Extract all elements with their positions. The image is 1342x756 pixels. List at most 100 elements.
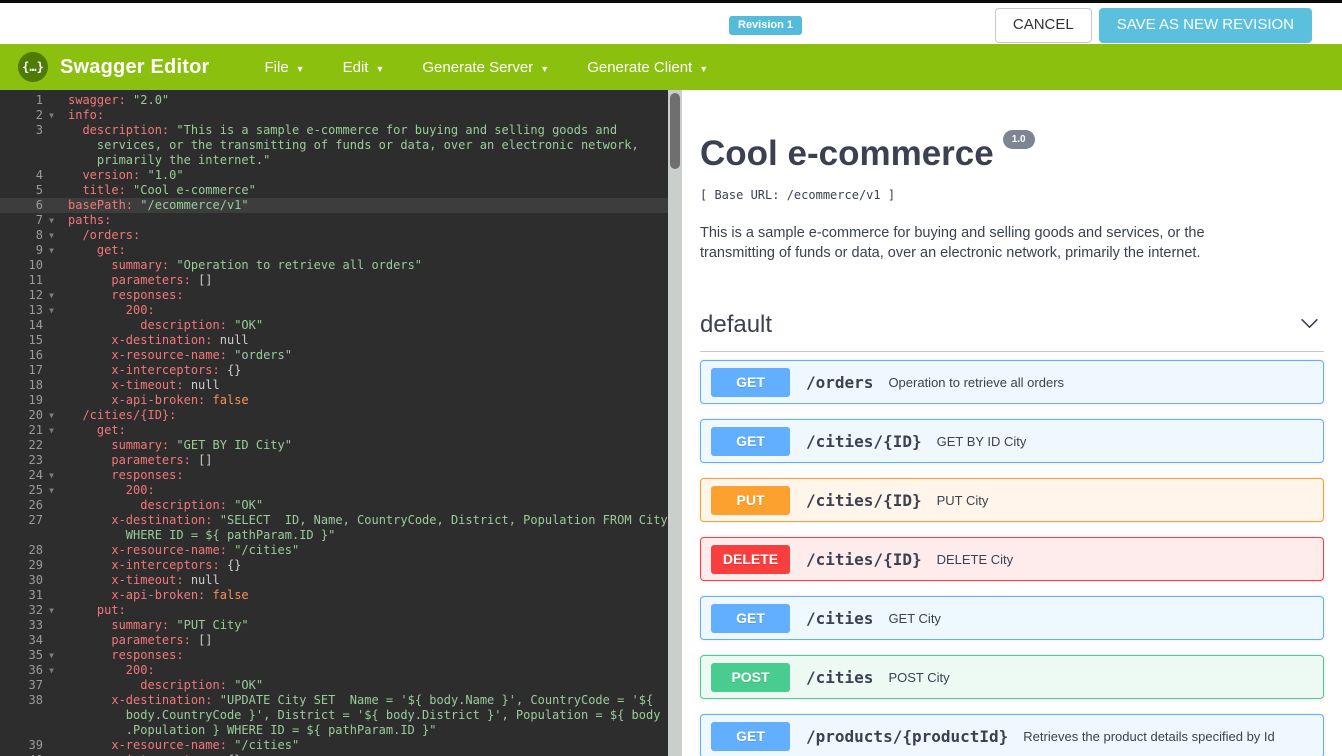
code-row: 10 summary: "Operation to retrieve all o… (0, 258, 668, 273)
line-number: 27 (28, 513, 43, 527)
gutter-cell: 32 ▼ (0, 603, 60, 618)
code-token: services, or the transmitting of funds o… (68, 138, 639, 152)
code-text: description: "OK" (60, 318, 263, 333)
fold-arrow-icon[interactable]: ▼ (43, 603, 60, 618)
code-row: 21 ▼ get: (0, 423, 668, 438)
code-editor[interactable]: 1 swagger: "2.0" 2 ▼ info: 3 description: "Th… (0, 90, 682, 756)
code-row: 8 ▼ /orders: (0, 228, 668, 243)
code-token: description: (140, 678, 227, 692)
line-number: 31 (28, 588, 43, 602)
gutter-cell: 5 (0, 183, 60, 198)
code-row: 23 parameters: [] (0, 453, 668, 468)
save-as-new-revision-button[interactable]: SAVE AS NEW REVISION (1098, 8, 1312, 43)
code-token: summary: (111, 438, 170, 452)
operation-summary: PUT City (936, 493, 989, 508)
code-token: [] (190, 633, 213, 647)
operation-row-delete[interactable]: DELETE/cities/{ID} DELETE City (700, 537, 1324, 581)
operation-row-get[interactable]: GET/orders Operation to retrieve all orde… (700, 360, 1324, 404)
code-text: summary: "GET BY ID City" (60, 438, 292, 453)
operation-row-get[interactable]: GET/cities/{ID} GET BY ID City (700, 419, 1324, 463)
fold-arrow-icon[interactable]: ▼ (43, 303, 60, 318)
code-text: parameters: [] (60, 453, 212, 468)
code-token: version: (82, 168, 141, 182)
collapse-section-button[interactable] (1295, 313, 1324, 337)
code-text: /cities/{ID}: (60, 408, 176, 423)
tag-header[interactable]: default (700, 311, 1324, 352)
code-row: 38 x-destination: "UPDATE City SET Name … (0, 693, 668, 708)
cancel-button[interactable]: CANCEL (994, 8, 1092, 43)
code-row: 12 ▼ responses: (0, 288, 668, 303)
menu-generate-server[interactable]: Generate Server ▼ (403, 44, 568, 90)
code-text: responses: (60, 648, 183, 663)
line-number: 13 (28, 303, 43, 317)
line-number: 3 (35, 123, 43, 137)
line-number: 19 (28, 393, 43, 407)
code-token: "This is a sample e-commerce for buying … (176, 123, 618, 137)
code-text: x-destination: null (60, 333, 248, 348)
code-text: x-api-broken: false (60, 393, 248, 408)
fold-arrow-icon[interactable]: ▼ (43, 213, 60, 228)
fold-arrow-icon[interactable]: ▼ (43, 648, 60, 663)
operation-row-put[interactable]: PUT/cities/{ID} PUT City (700, 478, 1324, 522)
gutter-cell: 26 (0, 498, 60, 513)
line-number: 26 (28, 498, 43, 512)
gutter-cell: 23 (0, 453, 60, 468)
fold-arrow-icon[interactable]: ▼ (43, 243, 60, 258)
fold-arrow-icon[interactable]: ▼ (43, 408, 60, 423)
operation-summary: Retrieves the product details specified … (1023, 729, 1275, 744)
code-token: parameters: (111, 273, 191, 287)
fold-arrow-icon[interactable]: ▼ (43, 108, 60, 123)
code-token: /orders: (82, 228, 141, 242)
line-number: 11 (28, 273, 43, 287)
fold-arrow-icon[interactable]: ▼ (43, 468, 60, 483)
code-row: services, or the transmitting of funds o… (0, 138, 668, 153)
operation-row-get[interactable]: GET/cities GET City (700, 596, 1324, 640)
fold-arrow-icon[interactable]: ▼ (43, 663, 60, 678)
code-row: 36 ▼ 200: (0, 663, 668, 678)
code-text: x-destination: "SELECT ID, Name, Country… (60, 513, 667, 528)
code-token: parameters: (111, 633, 191, 647)
fold-arrow-icon[interactable]: ▼ (43, 423, 60, 438)
editor-scrollbar[interactable] (668, 90, 682, 756)
code-row: 15 x-destination: null (0, 333, 668, 348)
code-row: 37 description: "OK" (0, 678, 668, 693)
method-badge: GET (711, 721, 790, 751)
code-row: 6 basePath: "/ecommerce/v1" (0, 198, 668, 213)
operation-path: /cities/{ID} (806, 549, 922, 569)
method-badge: PUT (711, 485, 790, 515)
gutter-cell: 37 (0, 678, 60, 693)
gutter-cell: 7 ▼ (0, 213, 60, 228)
code-text: 200: (60, 303, 155, 318)
operation-row-post[interactable]: POST/cities POST City (700, 655, 1324, 699)
line-number: 32 (28, 603, 43, 617)
menu-generate-client[interactable]: Generate Client ▼ (568, 44, 727, 90)
menu-file[interactable]: File ▼ (246, 44, 324, 90)
operation-path: /cities/{ID} (806, 490, 922, 510)
code-text: put: (60, 603, 126, 618)
code-text: basePath: "/ecommerce/v1" (60, 198, 249, 213)
code-token: x-resource-name: (111, 738, 227, 752)
fold-arrow-icon[interactable]: ▼ (43, 483, 60, 498)
line-number: 25 (28, 483, 43, 497)
code-text: parameters: [] (60, 273, 212, 288)
fold-arrow-icon[interactable]: ▼ (43, 228, 60, 243)
code-row: 17 x-interceptors: {} (0, 363, 668, 378)
editor-scrollbar-thumb[interactable] (670, 93, 680, 169)
code-text: .Population } WHERE ID = ${ pathParam.ID… (60, 723, 437, 738)
operation-row-get[interactable]: GET/products/{productId} Retrieves the pr… (700, 714, 1324, 756)
gutter-cell: 10 (0, 258, 60, 273)
menu-edit[interactable]: Edit ▼ (324, 44, 404, 90)
fold-arrow-icon[interactable]: ▼ (43, 288, 60, 303)
gutter-cell: 2 ▼ (0, 108, 60, 123)
code-lines: 1 swagger: "2.0" 2 ▼ info: 3 description: "Th… (0, 93, 668, 756)
code-text: WHERE ID = ${ pathParam.ID }" (60, 528, 336, 543)
code-token: x-interceptors: (111, 363, 220, 377)
